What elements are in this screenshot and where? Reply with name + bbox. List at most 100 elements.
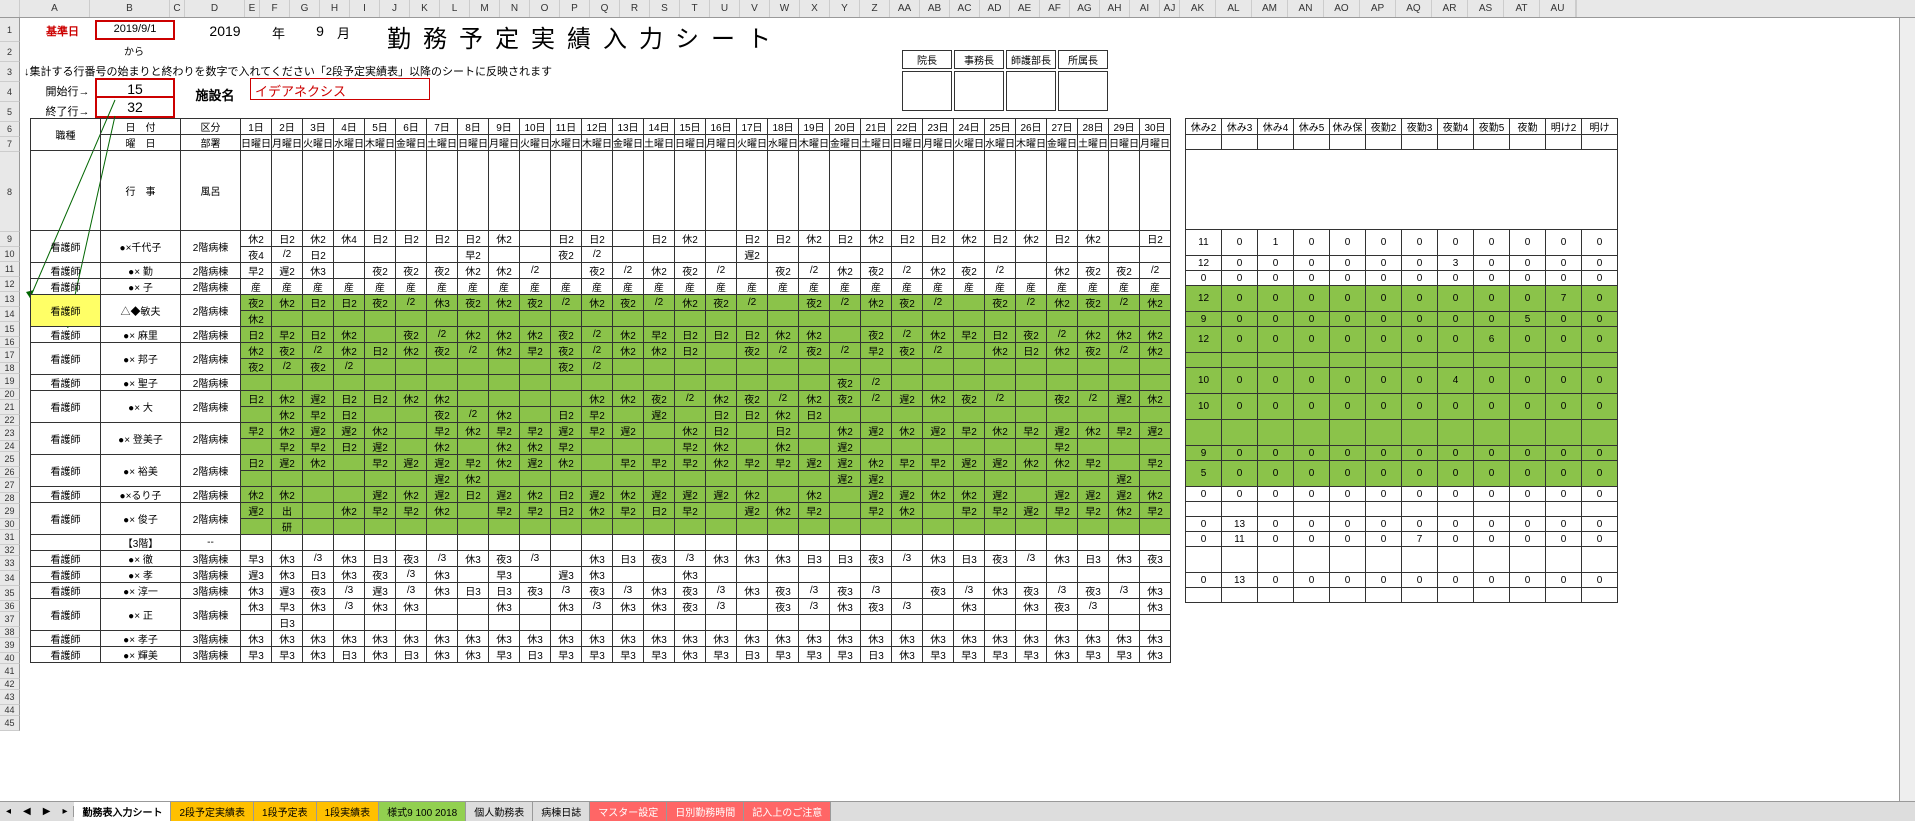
cell[interactable] — [954, 535, 985, 551]
cell[interactable] — [1258, 588, 1294, 603]
cell[interactable]: 早2 — [861, 503, 892, 519]
row-header[interactable]: 10 — [0, 247, 20, 262]
cell[interactable] — [644, 519, 675, 535]
cell[interactable]: 0 — [1222, 368, 1258, 394]
cell[interactable] — [1016, 311, 1047, 327]
cell[interactable]: 木曜日 — [582, 135, 613, 151]
cell[interactable]: /2 — [303, 343, 334, 359]
cell[interactable] — [1078, 247, 1109, 263]
cell[interactable]: 0 — [1546, 573, 1582, 588]
cell[interactable]: 0 — [1510, 368, 1546, 394]
cell[interactable]: 早2 — [861, 343, 892, 359]
cell[interactable] — [954, 471, 985, 487]
cell[interactable] — [520, 615, 551, 631]
cell[interactable]: 休3 — [706, 551, 737, 567]
cell[interactable]: 休2 — [458, 423, 489, 439]
cell[interactable]: 0 — [1258, 271, 1294, 286]
cell[interactable] — [1438, 420, 1474, 446]
cell[interactable]: ●× 麻里 — [101, 327, 181, 343]
cell[interactable]: 休3 — [675, 631, 706, 647]
cell[interactable] — [396, 535, 427, 551]
cell[interactable] — [1438, 353, 1474, 368]
cell[interactable]: 木曜日 — [365, 135, 396, 151]
cell[interactable] — [892, 583, 923, 599]
cell[interactable]: 遅2 — [396, 455, 427, 471]
cell[interactable] — [241, 519, 272, 535]
cell[interactable]: 遅2 — [675, 487, 706, 503]
cell[interactable]: 日2 — [303, 247, 334, 263]
cell[interactable]: 夜2 — [520, 295, 551, 311]
row-header[interactable]: 31 — [0, 530, 20, 545]
cell[interactable]: 早2 — [675, 503, 706, 519]
cell[interactable]: 15日 — [675, 119, 706, 135]
cell[interactable] — [1140, 519, 1171, 535]
cell[interactable]: 休2 — [241, 343, 272, 359]
cell[interactable] — [830, 151, 861, 231]
cell[interactable] — [737, 263, 768, 279]
cell[interactable]: 0 — [1474, 517, 1510, 532]
cell[interactable] — [334, 311, 365, 327]
cell[interactable]: 日2 — [272, 231, 303, 247]
cell[interactable]: 日3 — [303, 567, 334, 583]
cell[interactable] — [489, 359, 520, 375]
cell[interactable]: 8日 — [458, 119, 489, 135]
cell[interactable] — [737, 151, 768, 231]
cell[interactable]: /2 — [675, 391, 706, 407]
cell[interactable] — [892, 535, 923, 551]
cell[interactable]: 休2 — [613, 327, 644, 343]
cell[interactable] — [396, 311, 427, 327]
cell[interactable]: 夜2 — [954, 391, 985, 407]
cell[interactable] — [31, 535, 101, 551]
cell[interactable]: /2 — [458, 407, 489, 423]
cell[interactable]: /2 — [458, 343, 489, 359]
cell[interactable]: 夜2 — [551, 327, 582, 343]
cell[interactable] — [241, 439, 272, 455]
cell[interactable]: 休3 — [737, 551, 768, 567]
cell[interactable]: /3 — [613, 583, 644, 599]
cell[interactable] — [582, 471, 613, 487]
cell[interactable]: 月曜日 — [923, 135, 954, 151]
cell[interactable] — [954, 359, 985, 375]
cell[interactable]: 早2 — [1016, 423, 1047, 439]
cell[interactable] — [582, 615, 613, 631]
cell[interactable]: 休2 — [737, 487, 768, 503]
cell[interactable]: 日2 — [551, 503, 582, 519]
cell[interactable]: 2階病棟 — [181, 263, 241, 279]
cell[interactable] — [1109, 439, 1140, 455]
cell[interactable] — [985, 535, 1016, 551]
cell[interactable]: /2 — [551, 295, 582, 311]
cell[interactable]: 産 — [613, 279, 644, 295]
cell[interactable]: 0 — [1474, 256, 1510, 271]
cell[interactable]: 日2 — [768, 423, 799, 439]
cell[interactable]: /3 — [861, 583, 892, 599]
cell[interactable] — [768, 471, 799, 487]
cell[interactable] — [1474, 353, 1510, 368]
cell[interactable] — [954, 343, 985, 359]
cell[interactable]: 4 — [1438, 368, 1474, 394]
cell[interactable]: ●× 子 — [101, 279, 181, 295]
row-header[interactable]: 42 — [0, 679, 20, 690]
cell[interactable] — [582, 519, 613, 535]
cell[interactable]: /2 — [861, 391, 892, 407]
cell[interactable]: 日 付 — [101, 119, 181, 135]
cell[interactable] — [706, 535, 737, 551]
cell[interactable]: 0 — [1546, 256, 1582, 271]
row-header[interactable]: 12 — [0, 277, 20, 292]
cell[interactable] — [675, 247, 706, 263]
cell[interactable]: 早2 — [985, 503, 1016, 519]
cell[interactable]: 0 — [1186, 487, 1222, 502]
cell[interactable] — [1140, 311, 1171, 327]
cell[interactable] — [985, 375, 1016, 391]
cell[interactable] — [1546, 502, 1582, 517]
cell[interactable] — [892, 375, 923, 391]
cell[interactable]: 休2 — [985, 423, 1016, 439]
cell[interactable]: 夜3 — [830, 583, 861, 599]
cell[interactable] — [396, 519, 427, 535]
cell[interactable]: 金曜日 — [830, 135, 861, 151]
cell[interactable] — [768, 311, 799, 327]
cell[interactable] — [892, 311, 923, 327]
cell[interactable] — [1258, 353, 1294, 368]
cell[interactable]: 夜2 — [768, 263, 799, 279]
row-header[interactable]: 29 — [0, 504, 20, 519]
cell[interactable]: 2階病棟 — [181, 487, 241, 503]
